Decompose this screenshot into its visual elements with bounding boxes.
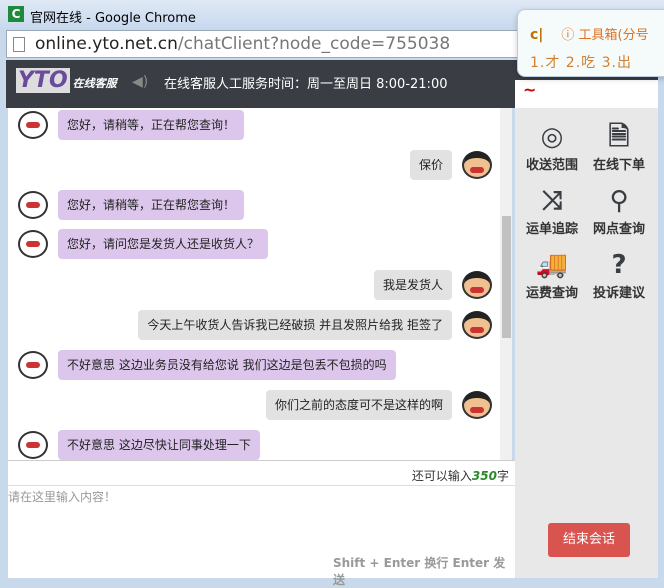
logo-subtitle: 在线客服: [72, 77, 117, 90]
sidebar-item-label: 收送范围: [525, 158, 578, 173]
sidebar-item[interactable]: ⚲ 网点查询: [586, 184, 652, 237]
sidebar-item[interactable]: ? 投诉建议: [586, 248, 652, 301]
sidebar-item-label: 投诉建议: [592, 286, 645, 301]
agent-avatar: [18, 230, 48, 258]
window-title: 官网在线 - Google Chrome: [30, 11, 196, 26]
input-area: 还可以输入350字 请在这里输入内容！ Shift + Enter 换行 Ent…: [8, 460, 515, 587]
ime-input-line: c| ⓘ 工具箱(分号: [530, 24, 649, 43]
counter-value: 350: [471, 469, 497, 483]
chat-messages: 您好，请稍等，正在帮您查询！ 保价 您好，请稍等，正在帮您查询！ 您好，请问您是发货人…: [8, 108, 512, 460]
agent-avatar: [18, 431, 48, 459]
chat-message: 您好，请问您是发货人还是收货人？: [18, 229, 269, 259]
message-bubble: 今天上午收货人告诉我已经破损 并且发照片给我 拒签了: [138, 310, 452, 340]
agent-avatar: [18, 351, 48, 379]
user-avatar: [462, 391, 492, 419]
logo-text: YTO: [16, 68, 70, 93]
chat-message: 我是发货人: [373, 270, 492, 300]
truck-icon: 🚚: [535, 250, 569, 280]
question-icon: ?: [611, 250, 627, 280]
sidebar-item[interactable]: 🚚 运费查询: [519, 248, 585, 301]
message-bubble: 您好，请问您是发货人还是收货人？: [58, 229, 269, 259]
shuffle-icon: ⤨: [541, 186, 563, 216]
chat-message: 您好，请稍等，正在帮您查询！: [18, 110, 245, 140]
sidebar-item[interactable]: ◎ 收送范围: [519, 120, 585, 173]
message-input[interactable]: 请在这里输入内容！: [8, 485, 515, 505]
message-bubble: 我是发货人: [373, 270, 452, 300]
char-counter: 还可以输入350字: [412, 467, 509, 484]
scrollbar-thumb[interactable]: [502, 216, 511, 338]
agent-avatar: [18, 191, 48, 219]
sidebar-item-label: 网点查询: [592, 222, 645, 237]
chat-message: 不好意思 这边业务员没有给您说 我们这边是包丢不包损的吗: [18, 350, 396, 380]
chat-message: 今天上午收货人告诉我已经破损 并且发照片给我 拒签了: [138, 310, 492, 340]
yto-logo: YTO 在线客服: [16, 68, 126, 98]
service-hours: 在线客服人工服务时间：周一至周日 8:00-21:00: [164, 77, 448, 92]
chat-scrollbar[interactable]: [500, 108, 512, 460]
user-avatar: [462, 271, 492, 299]
message-bubble: 您好，请稍等，正在帮您查询！: [58, 110, 245, 140]
sidebar-item[interactable]: ⤨ 运单追踪: [519, 184, 585, 237]
end-session-button[interactable]: 结束会话: [548, 523, 630, 557]
user-avatar: [462, 151, 492, 179]
document-icon: 🗎: [608, 122, 630, 152]
sidebar-item-label: 运费查询: [525, 286, 578, 301]
chat-message: 不好意思 这边尽快让同事处理一下: [18, 430, 260, 460]
url-host: online.yto.net.cn: [35, 34, 178, 54]
compass-icon: ◎: [540, 122, 564, 152]
message-bubble: 保价: [409, 150, 452, 180]
message-bubble: 不好意思 这边尽快让同事处理一下: [58, 430, 260, 460]
sidebar: ◎ 收送范围 🗎 在线下单 ⤨ 运单追踪 ⚲ 网点查询 🚚 运费查询? 投诉建议: [515, 108, 658, 578]
promo-banner[interactable]: ~: [515, 80, 658, 108]
agent-avatar: [18, 111, 48, 139]
chrome-app-icon: C: [8, 6, 24, 22]
sidebar-item-label: 在线下单: [592, 158, 645, 173]
speaker-icon[interactable]: ◀): [132, 74, 148, 90]
chat-message: 你们之前的态度可不是这样的啊: [265, 390, 492, 420]
counter-suffix: 字: [496, 469, 509, 483]
sidebar-item-label: 运单追踪: [525, 222, 578, 237]
ime-candidates[interactable]: 1.才 2.吃 3.出: [530, 52, 632, 72]
message-bubble: 不好意思 这边业务员没有给您说 我们这边是包丢不包损的吗: [58, 350, 396, 380]
send-hint: Shift + Enter 换行 Enter 发送: [333, 556, 506, 587]
message-bubble: 你们之前的态度可不是这样的啊: [265, 390, 452, 420]
chat-message: 您好，请稍等，正在帮您查询！: [18, 190, 245, 220]
user-avatar: [462, 311, 492, 339]
search-icon: ⚲: [609, 186, 629, 216]
chat-message: 保价: [409, 150, 492, 180]
ime-input: c|: [530, 27, 544, 43]
ime-popup: c| ⓘ 工具箱(分号 1.才 2.吃 3.出: [517, 9, 664, 77]
sidebar-item[interactable]: 🗎 在线下单: [586, 120, 652, 173]
counter-prefix: 还可以输入: [411, 469, 472, 483]
page-icon: [13, 37, 25, 52]
url-text[interactable]: online.yto.net.cn/chatClient?node_code=7…: [35, 34, 450, 54]
url-path: /chatClient?node_code=755038: [177, 34, 451, 54]
message-bubble: 您好，请稍等，正在帮您查询！: [58, 190, 245, 220]
ime-toolbox[interactable]: ⓘ 工具箱(分号: [561, 28, 648, 43]
